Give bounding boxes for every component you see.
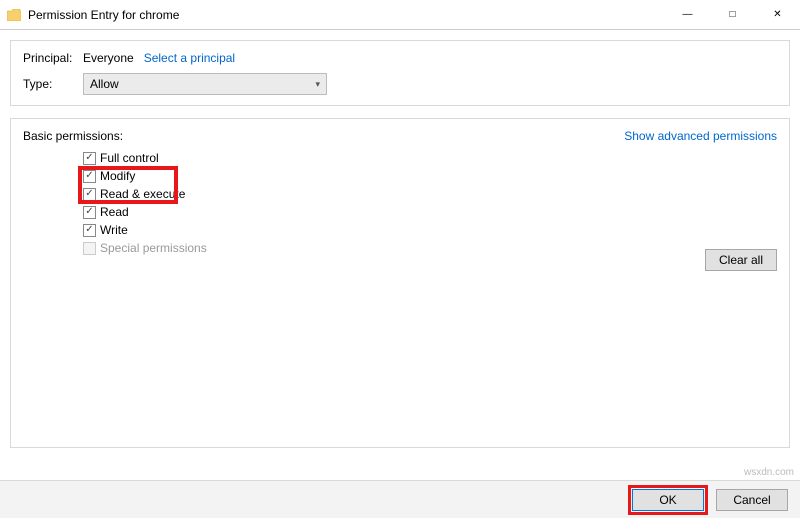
advanced-permissions-link[interactable]: Show advanced permissions — [624, 129, 777, 143]
minimize-button[interactable]: ― — [665, 0, 710, 29]
clear-all-wrap: Clear all — [705, 249, 777, 271]
perm-label: Full control — [100, 151, 159, 165]
principal-panel: Principal: Everyone Select a principal T… — [10, 40, 790, 106]
principal-value: Everyone — [83, 51, 134, 65]
highlight-box-ok: OK — [628, 485, 708, 515]
perm-label: Write — [100, 223, 128, 237]
maximize-button[interactable]: □ — [710, 0, 755, 29]
type-select[interactable]: Allow ▾ — [83, 73, 327, 95]
ok-button[interactable]: OK — [632, 489, 704, 511]
permissions-header: Basic permissions: Show advanced permiss… — [23, 129, 777, 143]
perm-read-execute[interactable]: Read & execute — [83, 185, 777, 203]
clear-all-button[interactable]: Clear all — [705, 249, 777, 271]
content-area: Principal: Everyone Select a principal T… — [0, 30, 800, 458]
checkbox-icon[interactable] — [83, 206, 96, 219]
perm-label: Read & execute — [100, 187, 185, 201]
dialog-button-bar: OK Cancel — [0, 480, 800, 518]
titlebar: Permission Entry for chrome ― □ ✕ — [0, 0, 800, 30]
window-controls: ― □ ✕ — [665, 0, 800, 29]
select-principal-link[interactable]: Select a principal — [144, 51, 235, 65]
type-label: Type: — [23, 77, 83, 91]
perm-special: Special permissions — [83, 239, 777, 257]
perm-modify[interactable]: Modify — [83, 167, 777, 185]
checkbox-icon[interactable] — [83, 188, 96, 201]
perm-label: Read — [100, 205, 129, 219]
checkbox-icon — [83, 242, 96, 255]
perm-write[interactable]: Write — [83, 221, 777, 239]
principal-label: Principal: — [23, 51, 83, 65]
perm-read[interactable]: Read — [83, 203, 777, 221]
checkbox-icon[interactable] — [83, 224, 96, 237]
perm-full-control[interactable]: Full control — [83, 149, 777, 167]
perm-label: Special permissions — [100, 241, 207, 255]
close-button[interactable]: ✕ — [755, 0, 800, 29]
type-select-value: Allow — [90, 77, 119, 91]
principal-row: Principal: Everyone Select a principal — [23, 51, 777, 65]
checkbox-icon[interactable] — [83, 170, 96, 183]
basic-permissions-label: Basic permissions: — [23, 129, 123, 143]
chevron-down-icon: ▾ — [315, 79, 320, 90]
permissions-panel: Basic permissions: Show advanced permiss… — [10, 118, 790, 448]
checkbox-icon[interactable] — [83, 152, 96, 165]
cancel-button[interactable]: Cancel — [716, 489, 788, 511]
watermark: wsxdn.com — [744, 467, 794, 478]
window-title: Permission Entry for chrome — [28, 8, 665, 22]
type-row: Type: Allow ▾ — [23, 73, 777, 95]
perm-label: Modify — [100, 169, 135, 183]
permissions-checklist: Full control Modify Read & execute Read … — [83, 149, 777, 257]
folder-icon — [6, 7, 22, 23]
